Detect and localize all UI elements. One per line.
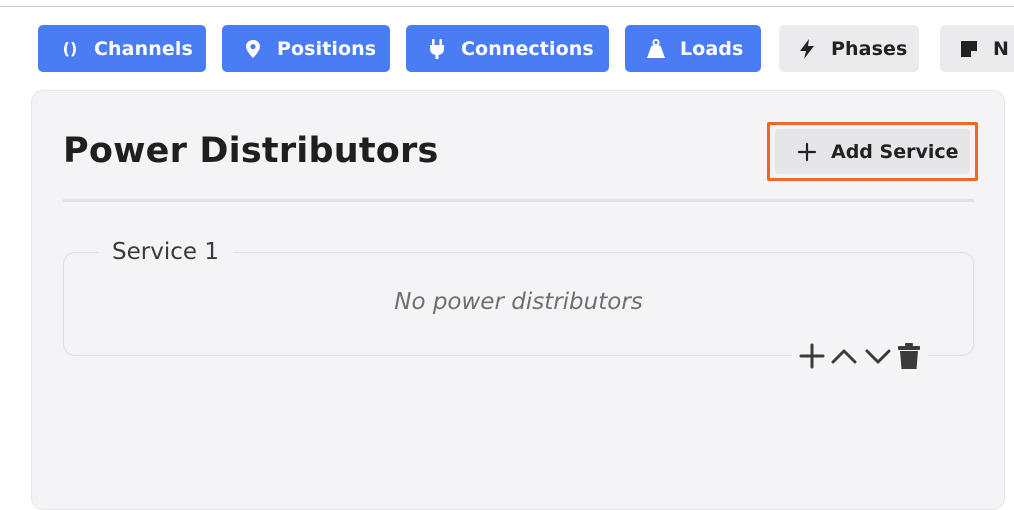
note-icon <box>958 38 980 60</box>
tab-phases[interactable]: Phases <box>779 25 919 72</box>
plug-icon <box>426 38 448 60</box>
tab-loads[interactable]: Loads <box>625 25 761 72</box>
tab-label: N <box>993 37 1010 60</box>
tab-label: Connections <box>461 37 594 60</box>
svg-text:(): () <box>63 39 78 58</box>
tab-positions[interactable]: Positions <box>222 25 390 72</box>
chevron-down-icon[interactable] <box>861 341 895 371</box>
weight-icon <box>645 38 667 60</box>
service-name: Service 1 <box>98 236 233 268</box>
tab-label: Loads <box>680 37 744 60</box>
empty-state-text: No power distributors <box>394 289 643 315</box>
plus-icon[interactable] <box>797 341 827 371</box>
trash-icon[interactable] <box>895 341 923 371</box>
tab-notes[interactable]: N <box>940 25 1014 72</box>
tab-label: Channels <box>94 37 193 60</box>
parentheses-icon: () <box>59 38 81 60</box>
service-group: Service 1 No power distributors <box>63 236 974 373</box>
panel-title: Power Distributors <box>63 131 439 171</box>
title-divider <box>63 199 974 202</box>
tab-label: Phases <box>831 37 908 60</box>
add-service-button[interactable]: Add Service <box>775 129 970 174</box>
power-distributors-panel: Power Distributors Add Service Service 1… <box>31 90 1005 510</box>
plus-icon <box>797 142 817 162</box>
service-actions <box>792 339 928 373</box>
tab-channels[interactable]: () Channels <box>38 25 206 72</box>
add-service-label: Add Service <box>831 140 959 163</box>
tab-bar: () Channels Positions Connections Loads … <box>38 25 1014 72</box>
lightning-bolt-icon <box>796 38 818 60</box>
chevron-up-icon[interactable] <box>827 341 861 371</box>
map-pin-icon <box>242 38 264 60</box>
window-top-edge <box>0 0 1014 7</box>
tab-connections[interactable]: Connections <box>406 25 609 72</box>
tab-label: Positions <box>277 37 377 60</box>
